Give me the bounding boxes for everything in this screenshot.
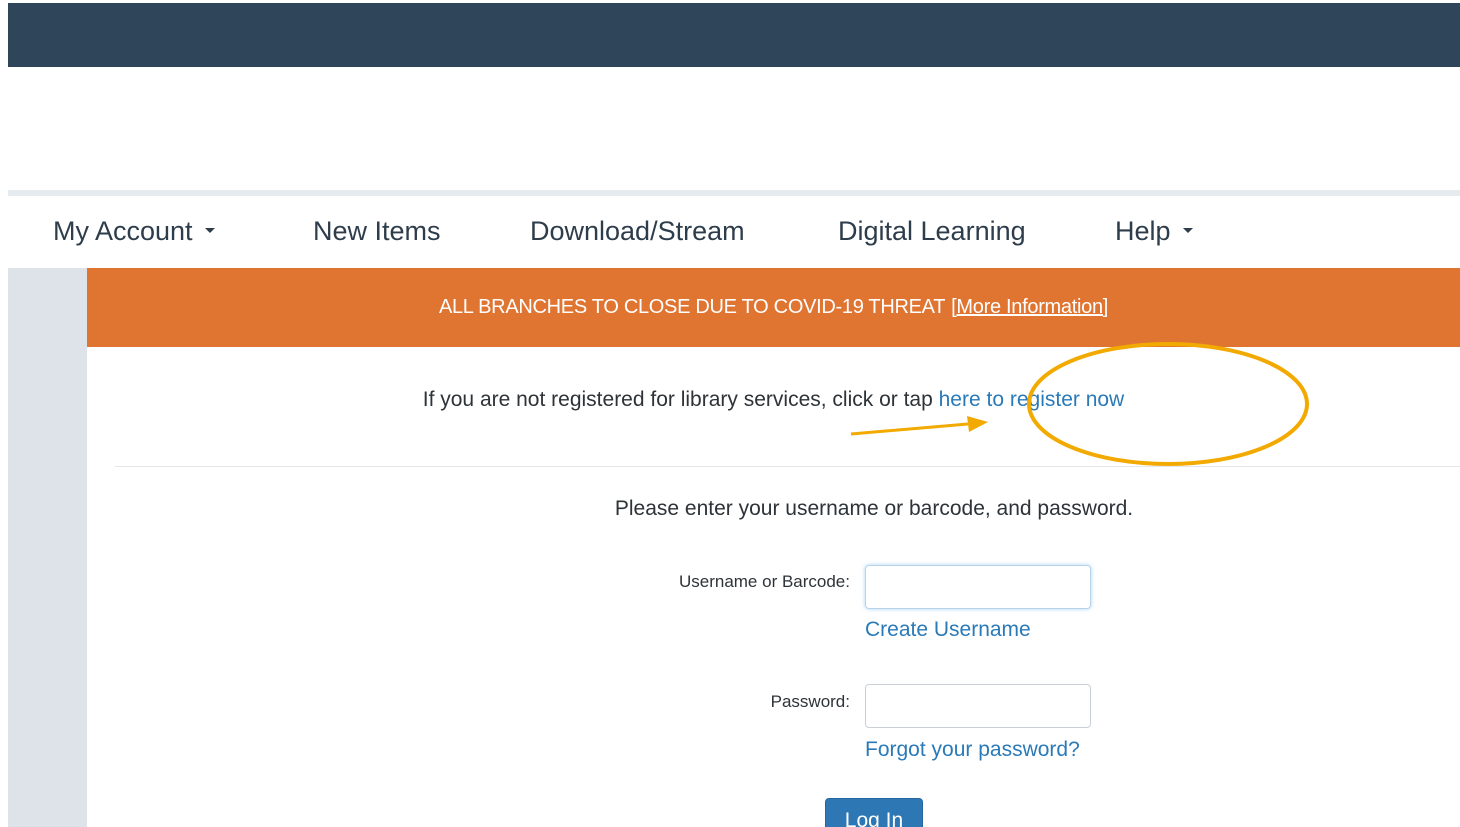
nav-item-label: New Items	[313, 216, 441, 246]
page: My Account New Items Download/Stream Dig…	[0, 0, 1460, 827]
nav-item-label: Digital Learning	[838, 216, 1026, 246]
register-now-link[interactable]: here to register now	[939, 388, 1125, 411]
nav-item-help[interactable]: Help	[1115, 216, 1193, 247]
create-username-link[interactable]: Create Username	[865, 618, 1031, 642]
arrow-head-icon	[967, 416, 988, 432]
section-divider	[115, 466, 1460, 467]
username-label: Username or Barcode:	[678, 572, 850, 591]
annotation-arrow-shaft	[850, 422, 969, 436]
alert-banner: ALL BRANCHES TO CLOSE DUE TO COVID-19 TH…	[87, 268, 1460, 347]
alert-banner-text: ALL BRANCHES TO CLOSE DUE TO COVID-19 TH…	[438, 296, 946, 318]
password-label: Password:	[770, 692, 850, 711]
register-prompt: If you are not registered for library se…	[87, 388, 1460, 412]
nav-item-label: My Account	[53, 216, 193, 246]
nav-item-label: Help	[1115, 216, 1171, 246]
left-sidebar	[8, 268, 87, 827]
forgot-password-link[interactable]: Forgot your password?	[865, 738, 1080, 762]
nav-item-my-account[interactable]: My Account	[53, 216, 215, 247]
site-header-bar	[8, 3, 1460, 67]
annotation-overlay	[850, 342, 1309, 466]
log-in-button[interactable]: Log In	[825, 798, 923, 827]
username-input[interactable]	[865, 565, 1091, 609]
main-nav: My Account New Items Download/Stream Dig…	[8, 196, 1460, 268]
nav-item-new-items[interactable]: New Items	[313, 216, 441, 247]
register-prompt-text: If you are not registered for library se…	[422, 388, 939, 411]
login-instructions: Please enter your username or barcode, a…	[614, 497, 1134, 520]
password-input[interactable]	[865, 684, 1091, 728]
caret-down-icon	[204, 228, 215, 234]
caret-down-icon	[1182, 228, 1193, 234]
more-information-link[interactable]: [More Information]	[951, 296, 1108, 319]
nav-item-download-stream[interactable]: Download/Stream	[530, 216, 745, 247]
nav-item-label: Download/Stream	[530, 216, 745, 246]
nav-item-digital-learning[interactable]: Digital Learning	[838, 216, 1026, 247]
